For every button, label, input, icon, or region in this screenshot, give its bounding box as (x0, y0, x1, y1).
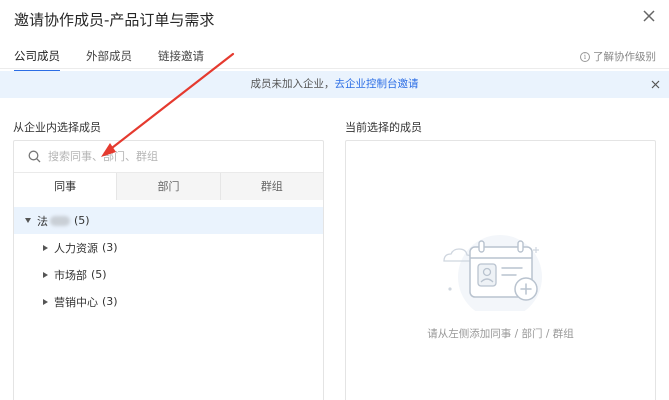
empty-state-text: 请从左侧添加同事 / 部门 / 群组 (427, 328, 574, 340)
tree-root-count: (5) (74, 214, 90, 227)
tree-item-marketing[interactable]: 市场部 (5) (14, 261, 323, 288)
member-picker: 同事 部门 群组 法 (5) 人力资源 (3) 市场部 (5) 营销中心 (3) (13, 140, 324, 400)
notice-link[interactable]: 去企业控制台邀请 (335, 78, 419, 90)
subtab-groups[interactable]: 群组 (219, 173, 323, 200)
redacted-blur (50, 215, 70, 226)
tree-root-item[interactable]: 法 (5) (14, 207, 323, 234)
tree-root-label: 法 (37, 214, 48, 228)
help-link-label: 了解协作级别 (593, 51, 656, 63)
tree-item-label: 市场部 (54, 268, 87, 282)
caret-down-icon[interactable] (25, 218, 31, 223)
tree-item-sales-center[interactable]: 营销中心 (3) (14, 288, 323, 315)
left-panel-title: 从企业内选择成员 (13, 121, 101, 134)
info-icon: i (580, 51, 590, 62)
search-bar (14, 141, 323, 172)
right-panel-title: 当前选择的成员 (345, 121, 422, 134)
search-input[interactable] (48, 150, 288, 163)
dialog-title: 邀请协作成员-产品订单与需求 (14, 11, 215, 29)
help-link[interactable]: i 了解协作级别 (580, 49, 656, 64)
tree-item-hr[interactable]: 人力资源 (3) (14, 234, 323, 261)
tree-item-label: 营销中心 (54, 295, 98, 309)
tree-item-count: (3) (102, 241, 118, 254)
selected-members-panel: 请从左侧添加同事 / 部门 / 群组 (345, 140, 656, 400)
tree-item-count: (3) (102, 295, 118, 308)
notice-banner: 成员未加入企业，去企业控制台邀请 (0, 71, 669, 98)
caret-right-icon[interactable] (43, 271, 48, 278)
empty-calendar-icon (443, 235, 542, 311)
divider (0, 68, 669, 69)
caret-right-icon[interactable] (43, 298, 48, 305)
org-tree: 法 (5) 人力资源 (3) 市场部 (5) 营销中心 (3) (14, 207, 323, 315)
tree-item-count: (5) (91, 268, 107, 281)
notice-text: 成员未加入企业， (250, 78, 335, 90)
subtab-colleagues[interactable]: 同事 (14, 173, 117, 200)
caret-right-icon[interactable] (43, 244, 48, 251)
search-icon (28, 150, 41, 163)
subtab-bar: 同事 部门 群组 (14, 172, 323, 200)
tree-item-label: 人力资源 (54, 241, 98, 255)
subtab-departments[interactable]: 部门 (116, 173, 220, 200)
close-icon[interactable] (651, 80, 660, 89)
close-icon[interactable] (641, 8, 657, 24)
